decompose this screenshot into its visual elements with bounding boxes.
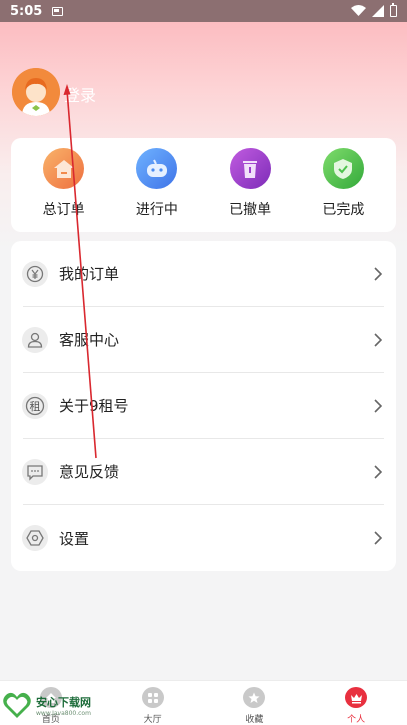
status-completed[interactable]: 已完成: [298, 148, 388, 232]
menu-item-settings[interactable]: 设置: [22, 505, 384, 571]
menu-card: 我的订单 客服中心 租 关于9租号 意见反馈 设置: [11, 241, 396, 571]
order-status-card: 总订单 进行中 已撤单 已完成: [11, 138, 396, 232]
avatar[interactable]: [12, 68, 60, 116]
chevron-right-icon: [374, 531, 382, 545]
menu-label: 设置: [59, 529, 90, 548]
chevron-right-icon: [374, 332, 382, 347]
tab-profile[interactable]: 个人: [305, 681, 407, 725]
status-in-progress[interactable]: 进行中: [112, 148, 202, 232]
wifi-icon: [351, 5, 366, 16]
profile-header[interactable]: 登录: [12, 68, 96, 116]
status-label: 进行中: [135, 202, 178, 218]
trash-icon: [229, 148, 271, 189]
chevron-right-icon: [374, 266, 382, 281]
watermark: 安心下载网 www.Java800.com: [0, 686, 110, 724]
chevron-right-icon: [374, 398, 382, 413]
status-time: 5:05: [10, 3, 43, 19]
status-label: 已撤单: [229, 202, 272, 218]
svg-text:租: 租: [30, 400, 41, 413]
person-icon: [22, 326, 48, 353]
tab-label: 收藏: [245, 715, 264, 725]
battery-icon: [390, 3, 397, 17]
yen-icon: [22, 260, 48, 287]
menu-label: 关于9租号: [59, 397, 129, 415]
status-bar: 5:05: [0, 0, 407, 22]
crown-icon: [345, 687, 368, 708]
status-cancelled[interactable]: 已撤单: [205, 148, 295, 232]
tab-label: 个人: [347, 715, 366, 725]
status-label: 已完成: [322, 202, 365, 218]
controller-icon: [136, 148, 178, 189]
menu-label: 客服中心: [59, 331, 120, 349]
shield-check-icon: [322, 148, 364, 189]
order-house-icon: [43, 148, 85, 189]
hexagon-settings-icon: [22, 525, 48, 551]
menu-item-customer-service[interactable]: 客服中心: [22, 307, 384, 373]
grid-icon: [141, 687, 164, 708]
chevron-right-icon: [374, 464, 382, 479]
star-icon: [243, 687, 266, 708]
status-label: 总订单: [42, 202, 85, 218]
menu-item-my-orders[interactable]: 我的订单: [22, 241, 384, 307]
rent-icon: 租: [22, 392, 48, 419]
notification-icon: [52, 6, 64, 16]
tab-favorites[interactable]: 收藏: [204, 681, 306, 725]
watermark-url: www.Java800.com: [36, 709, 91, 717]
menu-item-feedback[interactable]: 意见反馈: [22, 439, 384, 505]
heart-logo-icon: [2, 690, 32, 720]
menu-label: 意见反馈: [59, 463, 120, 481]
login-link[interactable]: 登录: [64, 82, 96, 106]
tab-hall[interactable]: 大厅: [102, 681, 204, 725]
tab-label: 大厅: [143, 715, 162, 725]
message-icon: [22, 458, 48, 485]
status-total-orders[interactable]: 总订单: [19, 148, 109, 232]
menu-label: 我的订单: [59, 265, 120, 283]
menu-item-about[interactable]: 租 关于9租号: [22, 373, 384, 439]
watermark-title: 安心下载网: [36, 695, 91, 709]
signal-icon: [372, 5, 384, 17]
